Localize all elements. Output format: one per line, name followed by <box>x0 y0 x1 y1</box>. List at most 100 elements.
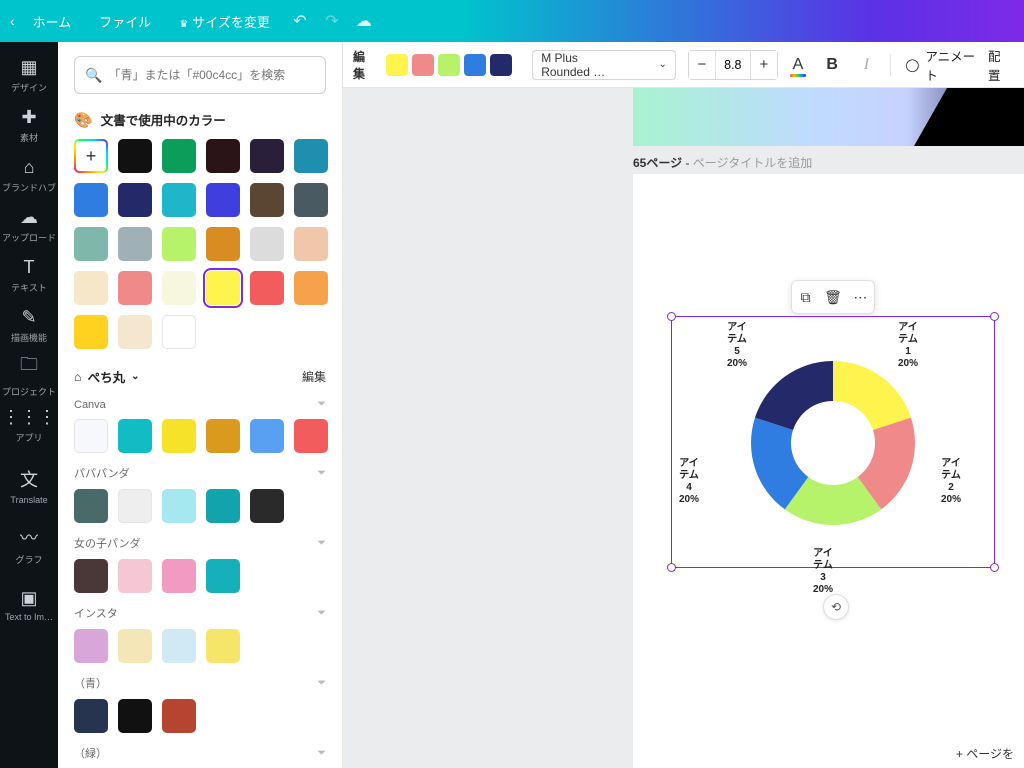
color-swatch[interactable] <box>206 227 240 261</box>
color-swatch[interactable] <box>294 139 328 173</box>
chart-color-chip[interactable] <box>464 54 486 76</box>
color-swatch[interactable] <box>118 139 152 173</box>
color-swatch[interactable] <box>206 183 240 217</box>
color-swatch[interactable] <box>74 629 108 663</box>
rail-素材[interactable]: ✚素材 <box>0 100 58 150</box>
text-color-button[interactable]: A <box>784 50 812 80</box>
color-search[interactable]: 🔍 <box>74 56 326 94</box>
nav-resize[interactable]: ♛サイズを変更 <box>165 12 284 31</box>
position-button[interactable]: 配置 <box>984 46 1014 84</box>
color-swatch[interactable] <box>250 227 284 261</box>
animate-button[interactable]: ◯アニメート <box>905 46 978 84</box>
color-swatch[interactable] <box>162 699 196 733</box>
rail-Text to Im…[interactable]: ▣Text to Im… <box>0 580 58 630</box>
chart-color-chip[interactable] <box>438 54 460 76</box>
color-swatch[interactable] <box>250 489 284 523</box>
color-swatch[interactable] <box>118 629 152 663</box>
rail-アプリ[interactable]: ⋮⋮⋮アプリ <box>0 400 58 450</box>
font-selector[interactable]: M Plus Rounded … ⌄ <box>532 50 676 80</box>
chevron-down-icon[interactable]: ⌄ <box>131 371 139 382</box>
chart-color-chip[interactable] <box>490 54 512 76</box>
color-swatch[interactable] <box>74 559 108 593</box>
color-swatch[interactable] <box>118 227 152 261</box>
color-swatch[interactable] <box>162 271 196 305</box>
chart-color-chip[interactable] <box>412 54 434 76</box>
color-panel: 🔍 🎨 文書で使用中のカラー + ⌂ ぺち丸 ⌄ 編集 Canva⏷パパパンダ⏷… <box>58 42 343 768</box>
nav-home[interactable]: ホーム <box>19 12 86 31</box>
size-plus-button[interactable]: + <box>751 51 777 79</box>
more-icon[interactable]: ⋯ <box>848 289 872 306</box>
color-swatch[interactable] <box>162 183 196 217</box>
color-swatch[interactable] <box>162 559 196 593</box>
color-swatch[interactable] <box>294 419 328 453</box>
font-size-value[interactable]: 8.8 <box>715 51 751 79</box>
resize-handle-br[interactable] <box>990 563 999 572</box>
color-swatch[interactable] <box>118 315 152 349</box>
color-swatch[interactable] <box>162 315 196 349</box>
add-color-swatch[interactable]: + <box>74 139 108 173</box>
rail-Translate[interactable]: 文Translate <box>0 460 58 510</box>
color-swatch[interactable] <box>162 629 196 663</box>
resize-handle-tr[interactable] <box>990 312 999 321</box>
rail-デザイン[interactable]: ▦デザイン <box>0 50 58 100</box>
color-swatch[interactable] <box>162 139 196 173</box>
back-icon[interactable]: ‹ <box>10 13 15 29</box>
color-swatch[interactable] <box>206 489 240 523</box>
trash-icon[interactable]: 🗑 <box>821 289 845 306</box>
color-swatch[interactable] <box>74 699 108 733</box>
italic-button[interactable]: I <box>852 50 880 80</box>
size-minus-button[interactable]: − <box>689 51 715 79</box>
page-title-row[interactable]: 65ページ - ページタイトルを追加 <box>633 154 812 171</box>
color-swatch[interactable] <box>206 559 240 593</box>
color-swatch[interactable] <box>206 629 240 663</box>
color-swatch[interactable] <box>118 489 152 523</box>
stage[interactable]: 65ページ - ページタイトルを追加 ⧉ 🗑 ⋯ ⟲ + ページを アイテム12… <box>343 88 1024 768</box>
color-swatch[interactable] <box>74 227 108 261</box>
nav-file[interactable]: ファイル <box>85 12 165 31</box>
color-swatch[interactable] <box>118 559 152 593</box>
rail-label: Translate <box>10 495 47 505</box>
page-number: 65ページ <box>633 156 682 170</box>
undo-icon[interactable]: ↶ <box>284 11 316 31</box>
color-swatch[interactable] <box>162 419 196 453</box>
color-swatch[interactable] <box>294 271 328 305</box>
rail-ブランドハブ[interactable]: ⌂ブランドハブ <box>0 150 58 200</box>
color-swatch[interactable] <box>74 183 108 217</box>
color-swatch[interactable] <box>118 183 152 217</box>
bold-button[interactable]: B <box>818 50 846 80</box>
color-swatch[interactable] <box>250 139 284 173</box>
resize-handle-bl[interactable] <box>667 563 676 572</box>
edit-button[interactable]: 編集 <box>353 48 374 82</box>
color-swatch[interactable] <box>162 489 196 523</box>
color-swatch[interactable] <box>206 271 240 305</box>
color-swatch[interactable] <box>206 419 240 453</box>
add-page-button[interactable]: + ページを <box>956 745 1014 762</box>
cloud-sync-icon[interactable]: ☁ <box>348 11 380 31</box>
rotate-handle[interactable]: ⟲ <box>823 594 849 620</box>
redo-icon[interactable]: ↷ <box>316 11 348 31</box>
rail-プロジェクト[interactable]: 🗀プロジェクト <box>0 350 58 400</box>
brand-edit-button[interactable]: 編集 <box>302 368 326 385</box>
color-swatch[interactable] <box>118 419 152 453</box>
duplicate-icon[interactable]: ⧉ <box>794 289 818 306</box>
color-swatch[interactable] <box>74 489 108 523</box>
color-swatch[interactable] <box>162 227 196 261</box>
rail-テキスト[interactable]: Tテキスト <box>0 250 58 300</box>
color-swatch[interactable] <box>118 699 152 733</box>
search-input[interactable] <box>108 68 315 82</box>
color-swatch[interactable] <box>250 183 284 217</box>
color-swatch[interactable] <box>74 419 108 453</box>
color-swatch[interactable] <box>74 271 108 305</box>
color-swatch[interactable] <box>206 139 240 173</box>
color-swatch[interactable] <box>74 315 108 349</box>
color-swatch[interactable] <box>250 271 284 305</box>
color-swatch[interactable] <box>118 271 152 305</box>
color-swatch[interactable] <box>294 227 328 261</box>
color-swatch[interactable] <box>250 419 284 453</box>
color-swatch[interactable] <box>294 183 328 217</box>
chart-color-chip[interactable] <box>386 54 408 76</box>
rail-グラフ[interactable]: 〰グラフ <box>0 520 58 570</box>
rail-アップロード[interactable]: ☁アップロード <box>0 200 58 250</box>
resize-handle-tl[interactable] <box>667 312 676 321</box>
rail-描画機能[interactable]: ✎描画機能 <box>0 300 58 350</box>
